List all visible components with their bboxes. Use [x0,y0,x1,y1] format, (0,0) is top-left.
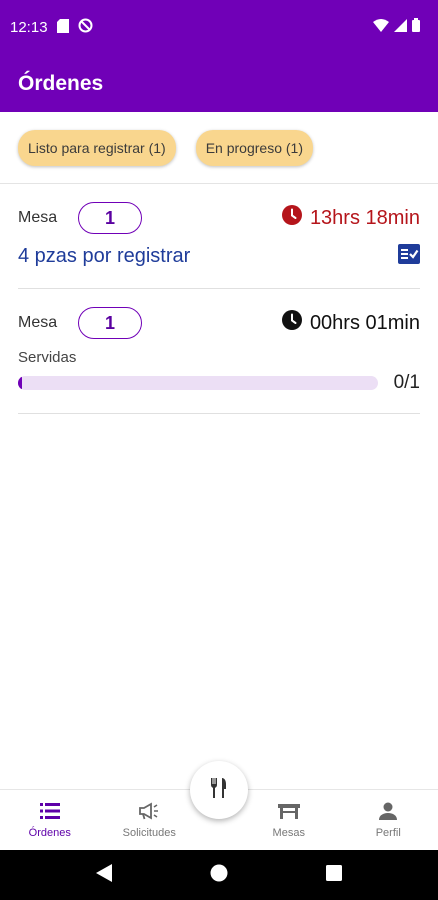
filter-chip-in-progress[interactable]: En progreso (1) [195,129,313,166]
register-checklist-icon[interactable] [398,244,420,269]
served-label: Servidas [18,349,77,366]
progress-count: 0/1 [393,372,420,393]
order-timer: 00hrs 01min [281,310,420,336]
system-navigation-bar [0,850,438,900]
status-bar: 12:13 [0,0,438,56]
filter-chips: Listo para registrar (1) En progreso (1) [0,112,438,184]
filter-chip-ready-to-register[interactable]: Listo para registrar (1) [18,129,176,166]
mesa-number-badge: 1 [78,307,142,339]
nav-label: Mesas [272,826,305,839]
mesa-label: Mesa [18,209,58,226]
nav-label: Solicitudes [122,826,176,839]
nav-item-solicitudes[interactable]: Solicitudes [100,790,200,850]
signal-icon [394,18,407,36]
progress-fill [18,376,22,390]
timer-text: 13hrs 18min [309,206,420,229]
megaphone-icon [138,801,160,823]
sim-card-icon [56,18,69,37]
person-icon [378,802,398,823]
home-icon[interactable] [210,864,228,887]
mesa-number-badge: 1 [78,202,142,234]
nav-item-mesas[interactable]: Mesas [239,790,339,850]
recents-icon[interactable] [326,864,342,886]
order-card[interactable]: Mesa 1 13hrs 18min 4 pzas por registrar [18,184,420,289]
mesa-label: Mesa [18,314,58,331]
clock-icon [281,310,302,336]
order-timer: 13hrs 18min [281,205,420,231]
pending-items-text[interactable]: 4 pzas por registrar [18,245,190,268]
nav-item-perfil[interactable]: Perfil [339,790,438,850]
timer-text: 00hrs 01min [309,311,420,334]
back-icon[interactable] [96,863,112,887]
served-progress-bar [18,376,378,390]
order-card[interactable]: Mesa 1 00hrs 01min Servidas 0/1 [18,289,420,414]
nav-item-ordenes[interactable]: Órdenes [0,790,100,850]
do-not-disturb-icon [78,18,93,37]
menu-fab-button[interactable] [190,761,248,819]
wifi-icon [373,18,389,36]
clock-icon [281,205,302,231]
app-bar: Órdenes [0,56,438,112]
list-icon [39,802,60,823]
table-icon [277,802,300,823]
battery-icon [412,18,420,36]
nav-label: Perfil [375,826,401,839]
page-title: Órdenes [18,72,104,95]
nav-label: Órdenes [28,826,71,839]
fork-knife-icon [207,776,231,805]
status-time: 12:13 [10,19,48,36]
